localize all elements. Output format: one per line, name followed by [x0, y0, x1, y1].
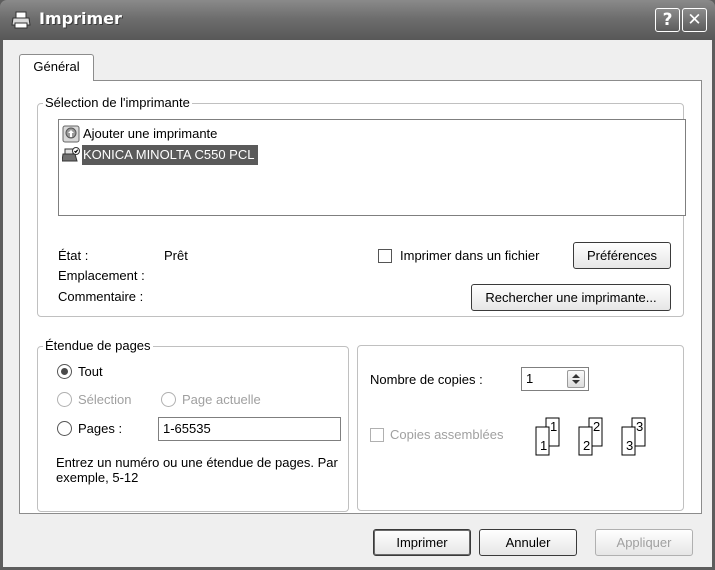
- tab-page-general: Sélection de l'imprimante Ajouter une im…: [19, 80, 702, 514]
- collate-label[interactable]: Copies assemblées: [390, 427, 503, 443]
- page-range-current-label[interactable]: Page actuelle: [182, 392, 261, 408]
- find-printer-button[interactable]: Rechercher une imprimante...: [471, 284, 671, 311]
- collate-checkbox[interactable]: [370, 428, 384, 442]
- svg-text:3: 3: [636, 419, 643, 434]
- tab-general-label: Général: [33, 59, 80, 74]
- status-value: Prêt: [164, 248, 188, 263]
- apply-button[interactable]: Appliquer: [595, 529, 693, 556]
- add-printer-icon: [62, 125, 80, 143]
- printer-icon: [11, 11, 31, 29]
- printer-name: Ajouter une imprimante: [83, 126, 218, 141]
- status-label: État :: [58, 248, 89, 263]
- page-range-selection-label[interactable]: Sélection: [78, 392, 131, 408]
- copies-count-label: Nombre de copies :: [370, 372, 483, 387]
- page-range-selection-radio[interactable]: [57, 392, 72, 407]
- title-bar[interactable]: Imprimer ? ✕: [0, 0, 715, 40]
- printer-name: KONICA MINOLTA C550 PCL: [82, 145, 259, 165]
- copies-spinner[interactable]: [567, 370, 585, 388]
- comment-label: Commentaire :: [58, 289, 144, 304]
- printer-selection-title: Sélection de l'imprimante: [43, 95, 192, 111]
- print-button[interactable]: Imprimer: [373, 529, 471, 556]
- cancel-button[interactable]: Annuler: [479, 529, 577, 556]
- svg-text:3: 3: [626, 438, 633, 453]
- window-title: Imprimer: [39, 9, 122, 28]
- collate-pages-icon: 11 22 33: [535, 417, 646, 456]
- tab-general[interactable]: Général: [19, 54, 94, 81]
- page-range-hint: Entrez un numéro ou une étendue de pages…: [56, 455, 338, 485]
- svg-text:1: 1: [540, 438, 547, 453]
- page-range-all-label[interactable]: Tout: [78, 364, 103, 380]
- page-range-pages-label[interactable]: Pages :: [78, 421, 122, 437]
- page-range-title: Étendue de pages: [43, 338, 153, 354]
- print-to-file-checkbox[interactable]: [378, 249, 392, 263]
- svg-text:1: 1: [550, 419, 557, 434]
- print-dialog-window: Imprimer ? ✕ Général Sélection de l'impr…: [0, 0, 715, 570]
- page-range-all-radio[interactable]: [57, 364, 72, 379]
- pages-input[interactable]: 1-65535: [158, 417, 341, 441]
- svg-text:2: 2: [583, 438, 590, 453]
- preferences-button[interactable]: Préférences: [573, 242, 671, 269]
- printer-list[interactable]: Ajouter une imprimante KONICA MINOLTA C5…: [58, 119, 686, 216]
- close-button[interactable]: ✕: [682, 8, 707, 32]
- page-range-current-radio[interactable]: [161, 392, 176, 407]
- dialog-client-area: Général Sélection de l'imprimante Ajoute…: [3, 40, 712, 567]
- page-range-pages-radio[interactable]: [57, 421, 72, 436]
- default-printer-icon: [62, 147, 80, 162]
- help-button[interactable]: ?: [655, 8, 680, 32]
- spinner-arrows-icon: [572, 374, 580, 384]
- location-label: Emplacement :: [58, 268, 145, 283]
- svg-text:2: 2: [593, 419, 600, 434]
- print-to-file-label[interactable]: Imprimer dans un fichier: [400, 248, 539, 264]
